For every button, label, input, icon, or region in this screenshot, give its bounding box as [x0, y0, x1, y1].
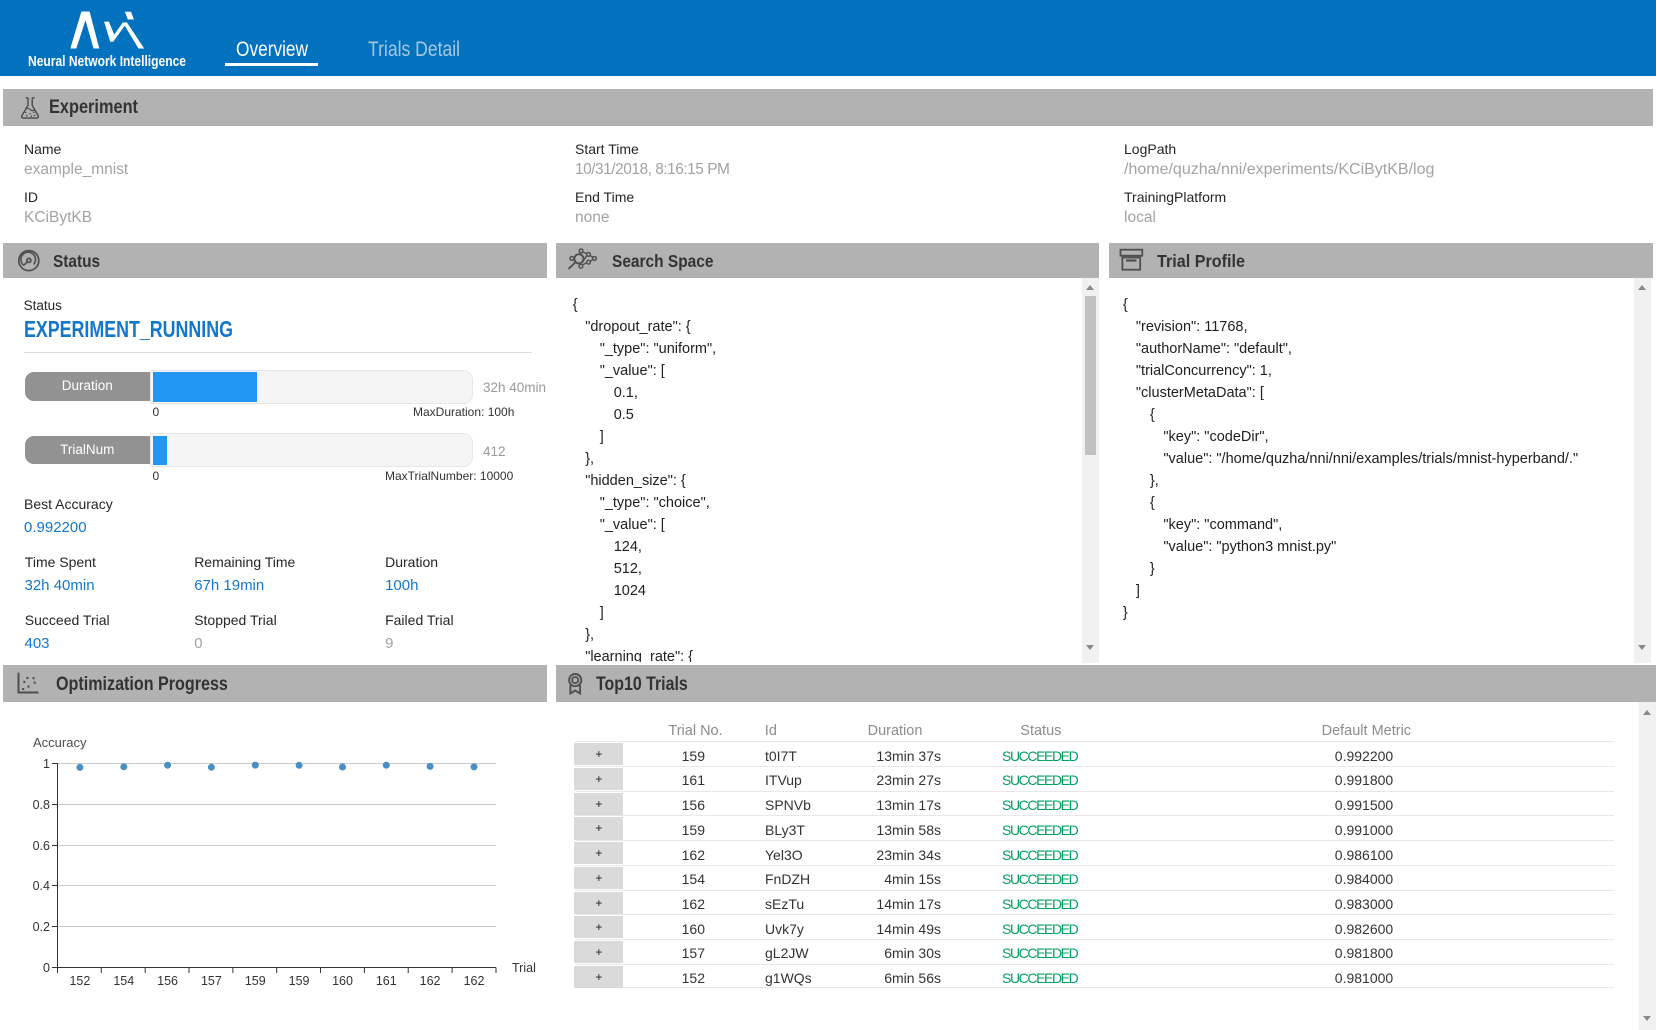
svg-text:161: 161 [376, 974, 397, 988]
svg-text:154: 154 [113, 974, 134, 988]
svg-text:0.8: 0.8 [33, 798, 50, 812]
svg-text:1: 1 [43, 757, 50, 771]
svg-text:0.6: 0.6 [33, 839, 50, 853]
svg-text:0: 0 [43, 961, 50, 975]
svg-text:157: 157 [201, 974, 222, 988]
svg-text:160: 160 [332, 974, 353, 988]
svg-text:159: 159 [245, 974, 266, 988]
svg-text:156: 156 [157, 974, 178, 988]
svg-text:Accuracy: Accuracy [33, 735, 87, 750]
svg-text:152: 152 [69, 974, 90, 988]
svg-text:Trial: Trial [512, 961, 536, 975]
svg-text:159: 159 [289, 974, 310, 988]
svg-text:162: 162 [420, 974, 441, 988]
svg-text:0.4: 0.4 [33, 879, 50, 893]
svg-text:162: 162 [464, 974, 485, 988]
svg-text:0.2: 0.2 [33, 920, 50, 934]
